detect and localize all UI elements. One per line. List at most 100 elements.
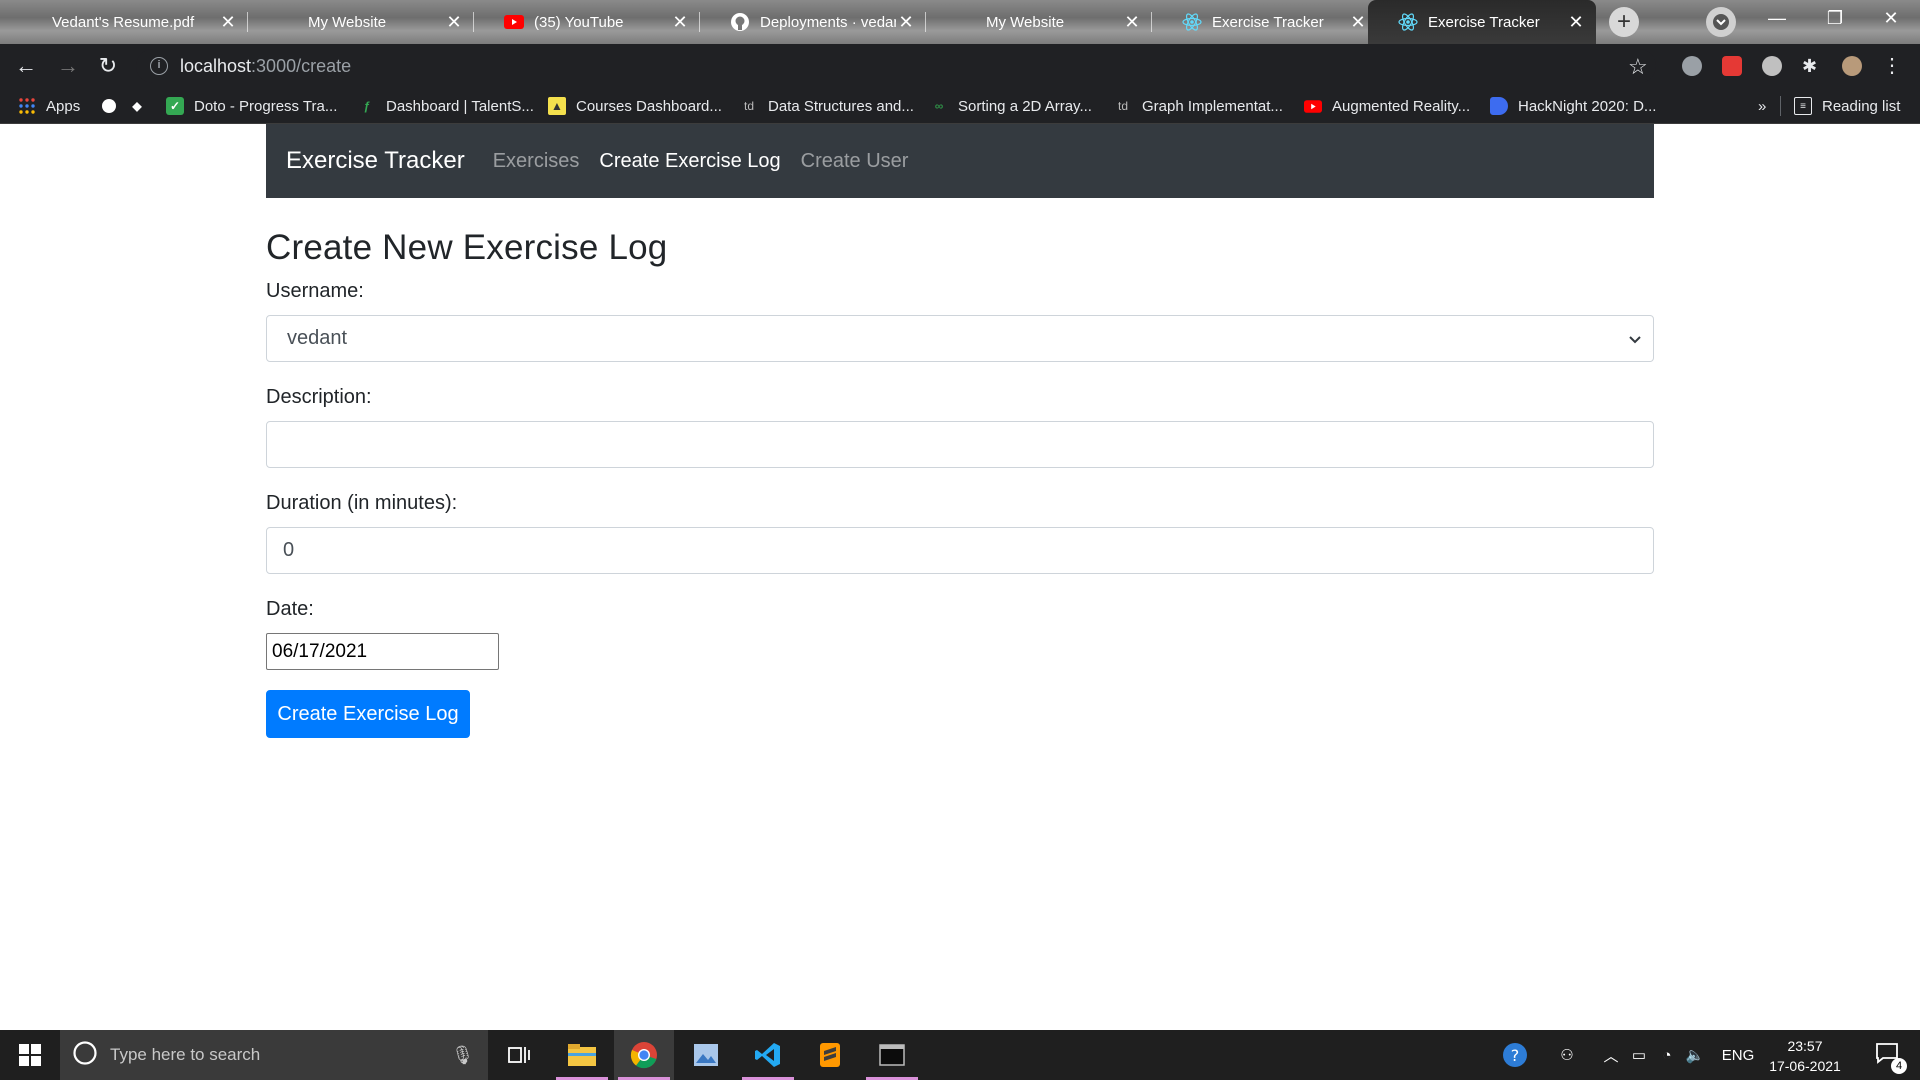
username-select[interactable]: vedant [266, 315, 1654, 362]
date-picker-input[interactable]: 06/17/2021 [266, 633, 499, 670]
browser-tab[interactable]: (35) YouTube ✕ [474, 0, 700, 44]
bookmark-label: Courses Dashboard... [576, 97, 722, 115]
vscode-icon [755, 1043, 780, 1067]
taskbar-vscode[interactable] [738, 1030, 798, 1080]
username-label: Username: [266, 280, 364, 302]
browser-tab[interactable]: Exercise Tracker ✕ [1152, 0, 1378, 44]
tab-search-button[interactable] [1706, 7, 1736, 37]
bookmark-star-icon[interactable]: ☆ [1628, 54, 1648, 80]
close-icon[interactable]: ✕ [896, 12, 916, 33]
back-button[interactable]: ← [10, 50, 42, 82]
volume-icon[interactable]: 🔈 [1682, 1030, 1708, 1080]
youtube-icon [1304, 97, 1322, 115]
close-icon[interactable]: ✕ [444, 12, 464, 33]
bookmark-globe[interactable]: ◆ [100, 88, 156, 124]
apps-grid-icon [18, 97, 36, 115]
bookmark-label: Apps [46, 97, 81, 115]
react-icon [1182, 12, 1202, 32]
bookmarks-bar: Apps ◆ ✓ Doto - Progress Tra... ƒ Dashbo… [0, 88, 1920, 124]
browser-tab[interactable]: My Website ✕ [248, 0, 474, 44]
reading-list-button[interactable]: ≡ Reading list [1794, 88, 1900, 124]
close-icon[interactable]: ✕ [218, 12, 238, 33]
start-button[interactable] [0, 1030, 60, 1080]
date-label: Date: [266, 598, 314, 620]
language-indicator[interactable]: ENG [1716, 1030, 1760, 1080]
close-icon[interactable]: ✕ [1566, 12, 1586, 33]
tab-title: Deployments · vedant [760, 13, 896, 31]
taskbar-search-box[interactable]: Type here to search 🎙 [60, 1030, 488, 1080]
extension-red-icon[interactable] [1722, 56, 1742, 76]
taskbar-terminal[interactable] [862, 1030, 922, 1080]
notification-center-button[interactable]: 4 [1862, 1030, 1912, 1080]
sublime-text-icon [820, 1043, 840, 1067]
windows-taskbar: Type here to search 🎙 ? ⚇ ︿ ▭ ◔ 🔈 ENG 23… [0, 1030, 1920, 1080]
page-viewport: Exercise Tracker Exercises Create Exerci… [0, 124, 1920, 1030]
reading-list-label: Reading list [1822, 97, 1901, 115]
bookmark-doto[interactable]: ✓ Doto - Progress Tra... [166, 88, 337, 124]
bookmark-data-structures[interactable]: td Data Structures and... [740, 88, 914, 124]
chevron-up-icon[interactable]: ︿ [1598, 1030, 1624, 1080]
task-view-button[interactable] [490, 1030, 550, 1080]
browser-tab[interactable]: Deployments · vedant ✕ [700, 0, 926, 44]
forward-button[interactable]: → [52, 50, 84, 82]
vpn-globe-icon[interactable] [1682, 56, 1702, 76]
minimize-button[interactable]: — [1748, 0, 1806, 36]
bookmark-apps[interactable]: Apps [18, 88, 80, 124]
browser-tab[interactable]: My Website ✕ [926, 0, 1152, 44]
browser-tab-active[interactable]: Exercise Tracker ✕ [1368, 0, 1596, 44]
tab-title: (35) YouTube [534, 13, 624, 31]
bookmark-label: Doto - Progress Tra... [194, 97, 338, 115]
bookmark-ar[interactable]: Augmented Reality... [1304, 88, 1470, 124]
nav-link-exercises[interactable]: Exercises [493, 150, 580, 173]
close-window-button[interactable]: ✕ [1862, 0, 1920, 36]
address-bar[interactable]: i localhost:3000/create [136, 49, 1656, 83]
battery-icon[interactable]: ▭ [1626, 1030, 1652, 1080]
bookmark-graph[interactable]: td Graph Implementat... [1114, 88, 1283, 124]
notification-count-badge: 4 [1891, 1058, 1907, 1074]
date-value: 06/17/2021 [272, 640, 368, 662]
taskbar-chrome[interactable] [614, 1030, 674, 1080]
description-input[interactable] [266, 421, 1654, 468]
help-icon[interactable]: ? [1496, 1030, 1534, 1080]
more-bookmarks-button[interactable]: » [1758, 88, 1766, 124]
gfg-icon: ∞ [934, 99, 944, 113]
bookmark-label: Data Structures and... [768, 97, 914, 115]
taskbar-clock[interactable]: 23:57 17-06-2021 [1760, 1036, 1850, 1076]
duration-input[interactable]: 0 [266, 527, 1654, 574]
microphone-icon[interactable]: 🎙 [451, 1045, 474, 1066]
tab-title: Exercise Tracker [1212, 13, 1324, 31]
restore-button[interactable]: ❐ [1806, 0, 1864, 36]
clock-date: 17-06-2021 [1769, 1058, 1841, 1074]
close-icon[interactable]: ✕ [670, 12, 690, 33]
info-icon[interactable]: i [150, 57, 168, 75]
bookmark-hacknight[interactable]: HackNight 2020: D... [1490, 88, 1656, 124]
bookmark-label: Graph Implementat... [1142, 97, 1283, 115]
people-icon[interactable]: ⚇ [1550, 1030, 1584, 1080]
bookmark-sorting[interactable]: ∞ Sorting a 2D Array... [930, 88, 1092, 124]
avatar[interactable] [1842, 56, 1862, 76]
bookmark-courses[interactable]: ▲ Courses Dashboard... [548, 88, 722, 124]
wifi-icon[interactable]: ◔ [1654, 1030, 1680, 1080]
extensions-puzzle-icon[interactable]: ✱ [1802, 56, 1822, 76]
taskbar-photos[interactable] [676, 1030, 736, 1080]
camera-icon[interactable] [1762, 56, 1782, 76]
menu-kebab-icon[interactable]: ⋮ [1882, 56, 1902, 76]
browser-tab[interactable]: Vedant's Resume.pdf ✕ [22, 0, 248, 44]
taskbar-sublime[interactable] [800, 1030, 860, 1080]
navbar-brand[interactable]: Exercise Tracker [286, 147, 465, 175]
bookmark-talent[interactable]: ƒ Dashboard | TalentS... [358, 88, 534, 124]
new-tab-button[interactable]: + [1609, 7, 1639, 37]
nav-link-create-user[interactable]: Create User [801, 150, 909, 173]
github-icon [730, 12, 750, 32]
svg-text:?: ? [1511, 1046, 1520, 1065]
nav-link-create-exercise-log[interactable]: Create Exercise Log [599, 150, 780, 173]
close-icon[interactable]: ✕ [1122, 12, 1142, 33]
create-exercise-log-button[interactable]: Create Exercise Log [266, 690, 470, 738]
taskbar-file-explorer[interactable] [552, 1030, 612, 1080]
windows-logo-icon [19, 1044, 41, 1066]
close-icon[interactable]: ✕ [1348, 12, 1368, 33]
chrome-icon [630, 1042, 657, 1069]
terminal-icon [879, 1044, 905, 1066]
reload-button[interactable]: ↻ [92, 50, 124, 82]
clock-time: 23:57 [1787, 1038, 1823, 1054]
